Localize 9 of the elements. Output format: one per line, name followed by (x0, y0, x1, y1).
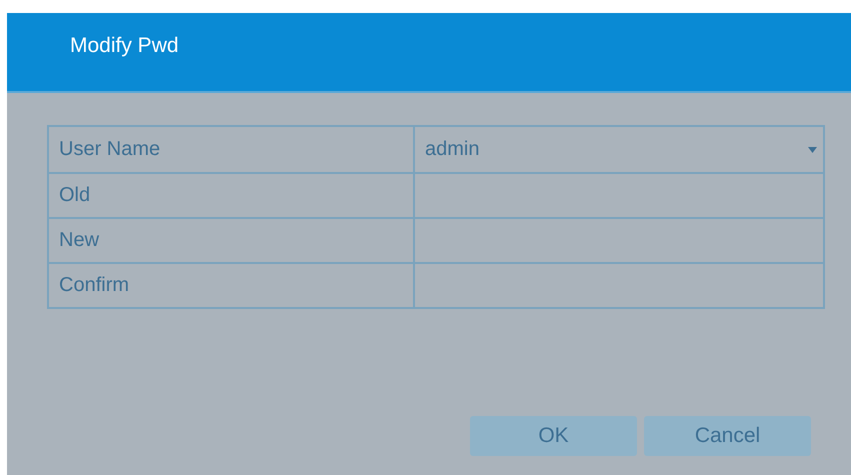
caret-icon (808, 146, 817, 152)
user-select[interactable]: admin (425, 127, 813, 172)
field-label: User Name (49, 127, 415, 172)
field-label: Old (49, 172, 415, 217)
dialog-title: Modify Pwd (70, 34, 179, 58)
ok-button[interactable]: OK (470, 416, 637, 456)
field-label: New (49, 217, 415, 262)
field-label: Confirm (49, 262, 415, 307)
cancel-button[interactable]: Cancel (644, 416, 811, 456)
